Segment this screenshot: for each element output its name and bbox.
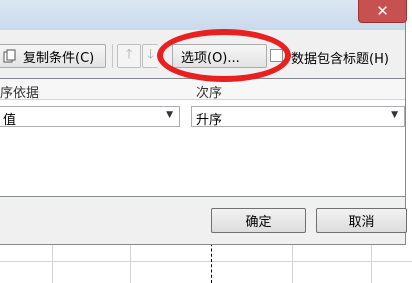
sort-on-value: 值 bbox=[3, 113, 17, 128]
close-icon: ✕ bbox=[376, 2, 389, 20]
chevron-down-icon: ▼ bbox=[166, 110, 173, 120]
close-button[interactable]: ✕ bbox=[358, 0, 407, 23]
chevron-down-icon: ▼ bbox=[391, 110, 398, 120]
sort-on-combo[interactable]: 值 ▼ bbox=[0, 106, 180, 128]
move-down-button[interactable]: 🡓 bbox=[142, 44, 158, 68]
header-checkbox-label: 数据包含标题(H) bbox=[291, 52, 389, 67]
grid-line bbox=[0, 261, 412, 262]
dialog-titlebar: ✕ bbox=[0, 0, 407, 30]
highlight-ellipse-annotation bbox=[157, 29, 291, 82]
sort-by-header-text: 序依据 bbox=[0, 86, 40, 101]
arrow-up-icon: 🡑 bbox=[125, 47, 133, 62]
copy-icon bbox=[3, 49, 16, 63]
column-header-sort-by: 序依据 bbox=[0, 79, 190, 101]
order-combo[interactable]: 升序 ▼ bbox=[191, 106, 405, 128]
order-header-text: 次序 bbox=[196, 86, 223, 101]
copy-condition-label: 复制条件(C) bbox=[23, 50, 95, 66]
cancel-button[interactable]: 取消 bbox=[316, 208, 407, 233]
cancel-label: 取消 bbox=[348, 215, 375, 230]
order-value: 升序 bbox=[196, 113, 223, 128]
ok-label: 确定 bbox=[245, 215, 272, 230]
move-up-button[interactable]: 🡑 bbox=[117, 44, 141, 68]
ok-button[interactable]: 确定 bbox=[211, 208, 306, 233]
arrow-down-icon: 🡓 bbox=[147, 47, 154, 62]
sort-level-list: 序依据 次序 值 ▼ 升序 ▼ bbox=[0, 78, 405, 197]
copy-condition-button[interactable]: 复制条件(C) bbox=[0, 44, 106, 68]
toolbar-separator bbox=[112, 44, 113, 68]
column-header-order: 次序 bbox=[190, 79, 405, 101]
